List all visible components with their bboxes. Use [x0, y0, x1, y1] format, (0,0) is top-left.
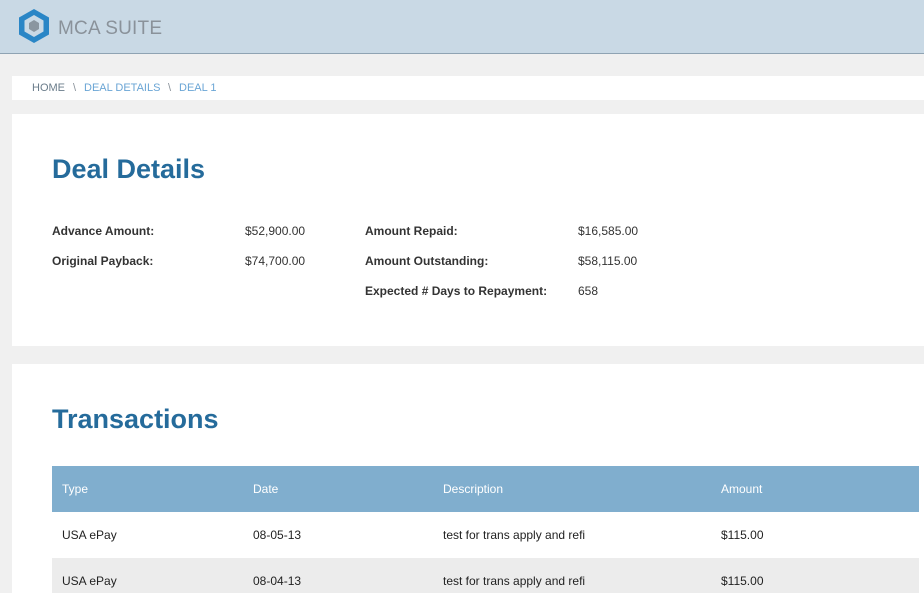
amount-repaid-value: $16,585.00: [578, 224, 639, 238]
cell-description: test for trans apply and refi: [433, 512, 711, 558]
deal-details-title: Deal Details: [52, 154, 206, 184]
cell-amount: $115.00: [711, 558, 919, 593]
cell-amount: $115.00: [711, 512, 919, 558]
breadcrumb-deal-1[interactable]: DEAL 1: [179, 82, 217, 94]
expected-days-label: Expected # Days to Repayment:: [365, 284, 548, 298]
column-header-description[interactable]: Description: [433, 466, 711, 512]
advance-amount-value: $52,900.00: [245, 224, 306, 238]
breadcrumb: HOME \ DEAL DETAILS \ DEAL 1: [12, 76, 924, 100]
cell-type: USA ePay: [52, 558, 243, 593]
cell-date: 08-05-13: [243, 512, 433, 558]
expected-days-value: 658: [578, 284, 599, 298]
table-row[interactable]: USA ePay 08-05-13 test for trans apply a…: [52, 512, 919, 558]
cell-description: test for trans apply and refi: [433, 558, 711, 593]
amount-repaid-label: Amount Repaid:: [365, 224, 458, 238]
table-header-row: Type Date Description Amount: [52, 466, 919, 512]
breadcrumb-separator: \: [168, 82, 172, 94]
amount-outstanding-value: $58,115.00: [578, 254, 638, 268]
column-header-amount[interactable]: Amount: [711, 466, 919, 512]
amount-outstanding-label: Amount Outstanding:: [365, 254, 489, 268]
transactions-panel: Transactions Type Date Description Amoun…: [12, 364, 924, 593]
top-bar: MCA SUITE: [0, 0, 924, 54]
cell-type: USA ePay: [52, 512, 243, 558]
transactions-table: Type Date Description Amount USA ePay 08…: [52, 466, 919, 593]
breadcrumb-separator: \: [73, 82, 77, 94]
app-title[interactable]: MCA SUITE: [58, 18, 162, 40]
column-header-date[interactable]: Date: [243, 466, 433, 512]
cell-date: 08-04-13: [243, 558, 433, 593]
deal-details-panel: Deal Details Advance Amount: $52,900.00 …: [12, 114, 924, 346]
original-payback-label: Original Payback:: [52, 254, 154, 268]
column-header-type[interactable]: Type: [52, 466, 243, 512]
breadcrumb-home[interactable]: HOME: [32, 82, 65, 94]
advance-amount-label: Advance Amount:: [52, 224, 155, 238]
transactions-title: Transactions: [52, 404, 219, 434]
breadcrumb-deal-details[interactable]: DEAL DETAILS: [84, 82, 160, 94]
table-row[interactable]: USA ePay 08-04-13 test for trans apply a…: [52, 558, 919, 593]
hexagon-logo-icon[interactable]: [17, 8, 51, 44]
original-payback-value: $74,700.00: [245, 254, 306, 268]
